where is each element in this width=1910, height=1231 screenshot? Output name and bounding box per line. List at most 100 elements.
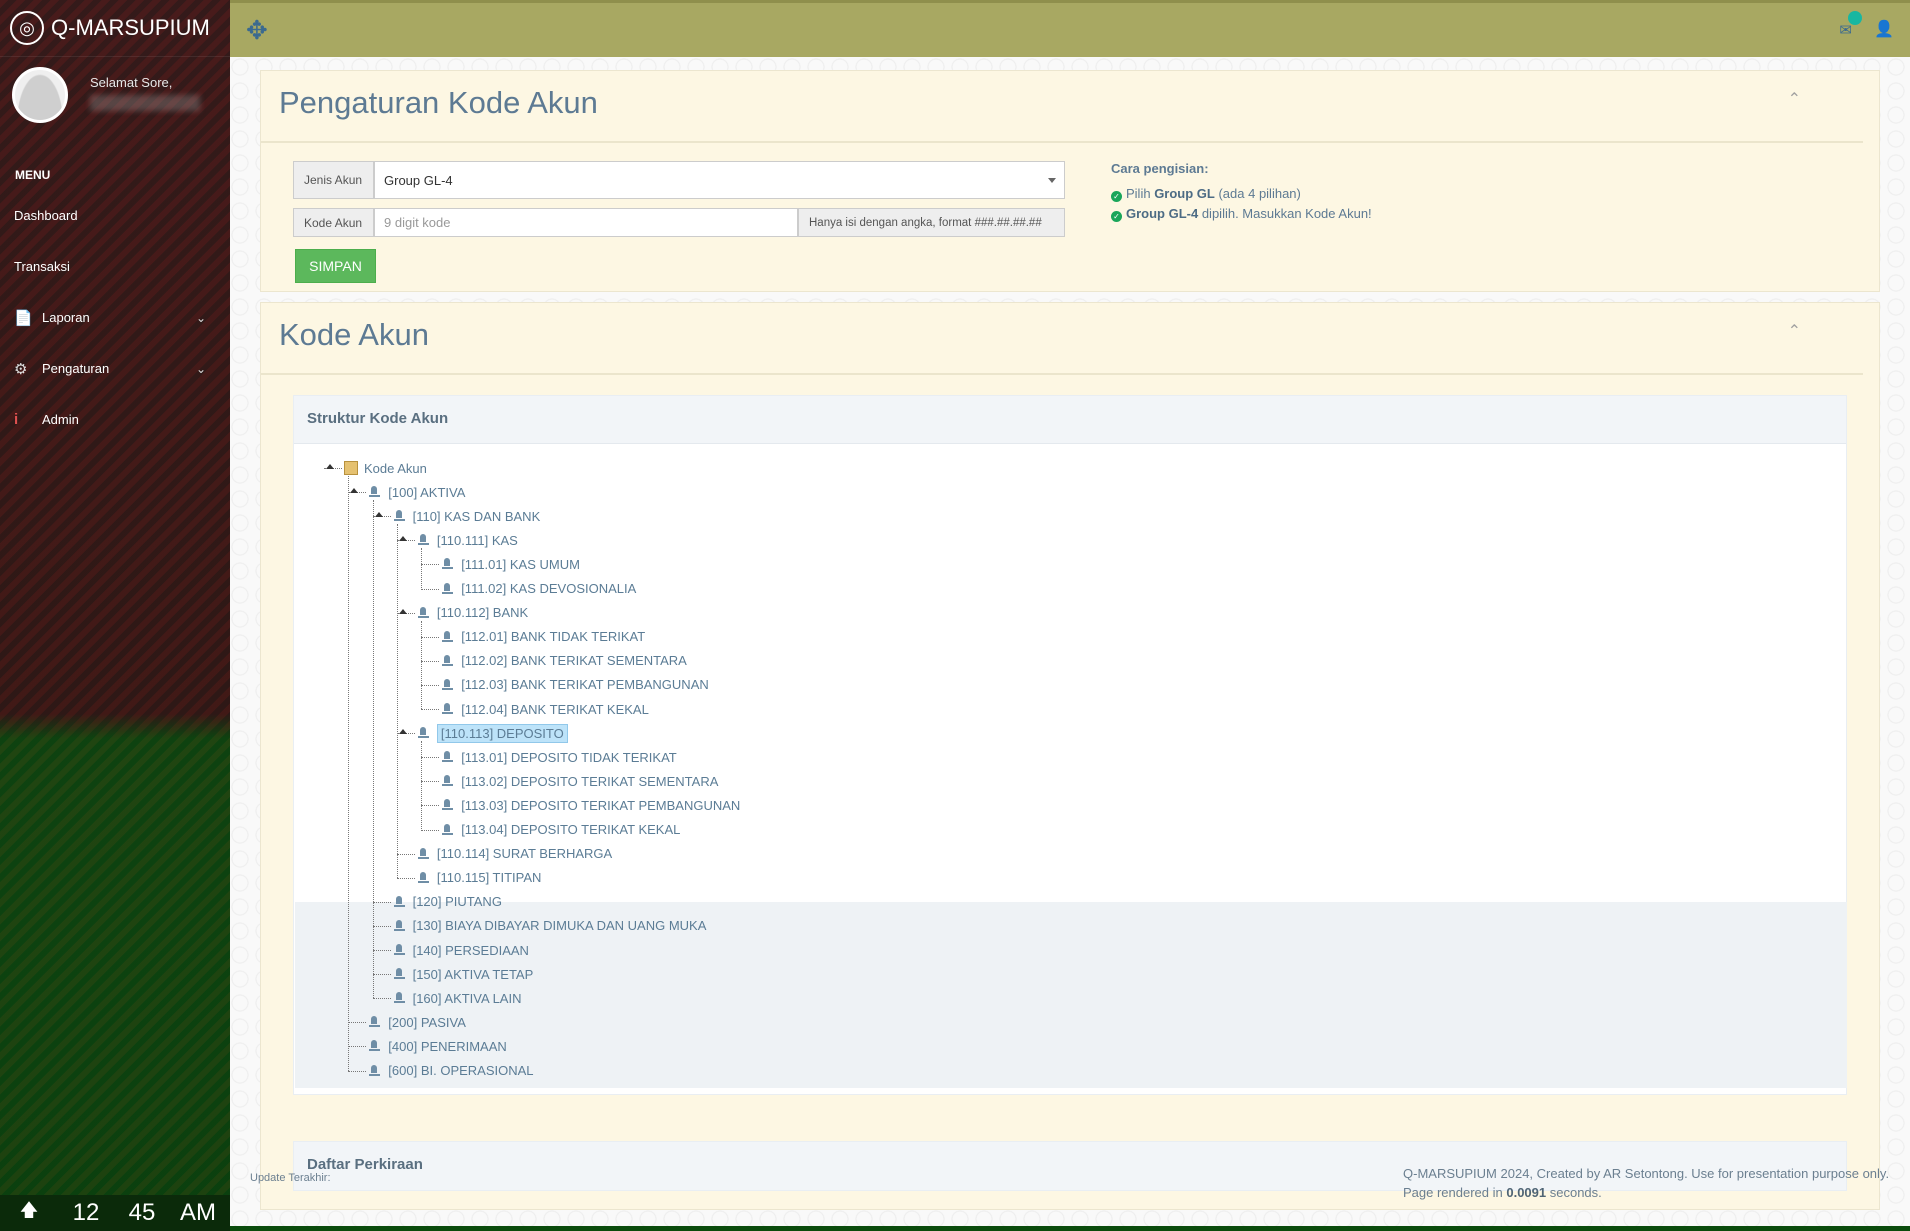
tree-node-label: [112.02] BANK TERIKAT SEMENTARA — [461, 653, 687, 669]
account-icon — [393, 991, 407, 1005]
tree-node[interactable]: [140] PERSEDIAAN — [393, 940, 529, 960]
tree-connector — [421, 636, 440, 638]
tree-node[interactable]: [113.04] DEPOSITO TERIKAT KEKAL — [441, 820, 680, 840]
expand-toggle-icon[interactable] — [374, 512, 383, 518]
tree-connector — [348, 1070, 367, 1072]
save-button[interactable]: SIMPAN — [295, 249, 376, 283]
sidebar-item-admin[interactable]: i Admin — [0, 394, 230, 445]
tree-node[interactable]: [110.112] BANK — [417, 603, 528, 623]
render-post: seconds. — [1546, 1185, 1602, 1200]
tree-node[interactable]: [110.113] DEPOSITO — [417, 723, 568, 743]
sidebar-item-label: Pengaturan — [42, 361, 110, 376]
header: ✥ ✉ 👤 — [230, 0, 1910, 57]
jenis-akun-value: Group GL-4 — [384, 172, 453, 188]
tree-node[interactable]: [120] PIUTANG — [393, 892, 502, 912]
greeting: Selamat Sore, — [90, 75, 173, 90]
tree-connector — [421, 564, 440, 566]
tree-node-label: [160] AKTIVA LAIN — [412, 990, 522, 1006]
tree-node[interactable]: [400] PENERIMAAN — [368, 1036, 507, 1056]
sidebar-item-label: Admin — [42, 412, 79, 427]
help-line-2-post: dipilih. Masukkan Kode Akun! — [1198, 206, 1372, 221]
tree-guide — [396, 524, 398, 878]
avatar — [12, 67, 68, 123]
collapse-icon[interactable]: ⌃ — [1788, 89, 1801, 109]
expand-toggle-icon[interactable] — [398, 536, 407, 542]
expand-toggle-icon[interactable] — [398, 608, 407, 614]
tree-node[interactable]: [113.01] DEPOSITO TIDAK TERIKAT — [441, 747, 677, 767]
sidebar-item-transaksi[interactable]: Transaksi — [0, 241, 230, 292]
sidebar-item-pengaturan[interactable]: ⚙ Pengaturan ⌄ — [0, 343, 230, 394]
tree-node[interactable]: [111.01] KAS UMUM — [441, 554, 580, 574]
tree-node[interactable]: [110] KAS DAN BANK — [393, 506, 540, 526]
tree-node[interactable]: [112.04] BANK TERIKAT KEKAL — [441, 699, 649, 719]
tree-node[interactable]: [113.02] DEPOSITO TERIKAT SEMENTARA — [441, 771, 718, 791]
account-icon — [441, 678, 455, 692]
expand-toggle-icon[interactable] — [398, 729, 407, 735]
sidebar-item-laporan[interactable]: 📄 Laporan ⌄ — [0, 292, 230, 343]
kode-akun-input[interactable]: 9 digit kode — [374, 208, 798, 237]
structure-panel: Struktur Kode Akun Kode Akun [100] AKTIVA… — [293, 395, 1847, 1095]
account-icon — [417, 606, 431, 620]
tree-node[interactable]: [110.114] SURAT BERHARGA — [417, 844, 612, 864]
sidebar-item-label: Transaksi — [14, 259, 70, 274]
tree-node-label: [112.01] BANK TIDAK TERIKAT — [461, 629, 646, 645]
help-line-2: ✓ Group GL-4 dipilih. Masukkan Kode Akun! — [1111, 206, 1372, 222]
tree-node-label: [110.111] KAS — [436, 532, 518, 548]
account-icon — [368, 485, 382, 499]
clock-minute: 45 — [128, 1199, 156, 1226]
tree-connector — [421, 829, 440, 831]
user-icon[interactable]: 👤 — [1874, 19, 1894, 39]
app-name: Q-MARSUPIUM — [51, 15, 210, 40]
tree-node-label: [200] PASIVA — [388, 1014, 466, 1030]
account-icon — [441, 654, 455, 668]
expand-toggle-icon[interactable] — [350, 488, 359, 494]
help-line-1-pre: Pilih — [1126, 186, 1155, 201]
jenis-akun-select[interactable]: Group GL-4 — [374, 161, 1065, 199]
bottom-strip — [230, 1226, 1910, 1231]
tree-node[interactable]: [112.01] BANK TIDAK TERIKAT — [441, 627, 645, 647]
account-icon — [441, 798, 455, 812]
help-title: Cara pengisian: — [1111, 161, 1209, 176]
tree-node[interactable]: [111.02] KAS DEVOSIONALIA — [441, 579, 636, 599]
tree-node[interactable]: [600] BI. OPERASIONAL — [368, 1061, 534, 1081]
tree-node[interactable]: [113.03] DEPOSITO TERIKAT PEMBANGUNAN — [441, 795, 740, 815]
account-icon — [393, 895, 407, 909]
move-icon[interactable]: ✥ — [246, 15, 268, 46]
sidebar-item-dashboard[interactable]: Dashboard — [0, 190, 230, 241]
tree-node[interactable]: [112.03] BANK TERIKAT PEMBANGUNAN — [441, 675, 709, 695]
tree-connector — [421, 805, 440, 807]
tree-node[interactable]: [160] AKTIVA LAIN — [393, 988, 522, 1008]
tree-node[interactable]: [100] AKTIVA — [368, 482, 465, 502]
tree-node[interactable]: [150] AKTIVA TETAP — [393, 964, 533, 984]
account-icon — [441, 557, 455, 571]
tree-node-label: [100] AKTIVA — [388, 484, 466, 500]
user-panel: Selamat Sore, — [0, 57, 230, 157]
notification-badge — [1848, 11, 1862, 25]
tree-guide — [421, 741, 423, 830]
account-icon — [441, 823, 455, 837]
tree-node[interactable]: [110.115] TITIPAN — [417, 868, 541, 888]
tree-node[interactable]: [130] BIAYA DIBAYAR DIMUKA DAN UANG MUKA — [393, 916, 706, 936]
tree-node-label: [111.02] KAS DEVOSIONALIA — [461, 581, 637, 596]
arrow-up-icon[interactable]: 🡅 — [0, 1198, 58, 1228]
tree-node-label: [112.03] BANK TERIKAT PEMBANGUNAN — [461, 677, 709, 693]
tree-node-label: [110.114] SURAT BERHARGA — [436, 846, 613, 862]
tree-connector — [372, 925, 391, 927]
tree-node-label: [110.112] BANK — [436, 605, 529, 621]
expand-toggle-icon[interactable] — [326, 464, 334, 469]
tree-connector — [372, 998, 391, 1000]
brand[interactable]: ◎ Q-MARSUPIUM — [0, 0, 230, 57]
sidebar-item-label: Dashboard — [14, 208, 78, 223]
settings-panel: Pengaturan Kode Akun ⌃ Jenis Akun Group … — [260, 70, 1880, 292]
info-icon: i — [14, 411, 19, 428]
tree-node-label: [113.03] DEPOSITO TERIKAT PEMBANGUNAN — [461, 797, 741, 813]
collapse-icon[interactable]: ⌃ — [1788, 321, 1801, 341]
menu-title: MENU — [15, 168, 51, 182]
tree-connector — [372, 974, 391, 976]
tree-node[interactable]: [200] PASIVA — [368, 1012, 466, 1032]
tree-node[interactable]: [112.02] BANK TERIKAT SEMENTARA — [441, 651, 687, 671]
tree-root[interactable]: Kode Akun — [344, 458, 427, 478]
tree-node[interactable]: [110.111] KAS — [417, 530, 518, 550]
chevron-down-icon: ⌄ — [195, 361, 206, 376]
kode-akun-hint: Hanya isi dengan angka, format ###.##.##… — [798, 208, 1065, 237]
